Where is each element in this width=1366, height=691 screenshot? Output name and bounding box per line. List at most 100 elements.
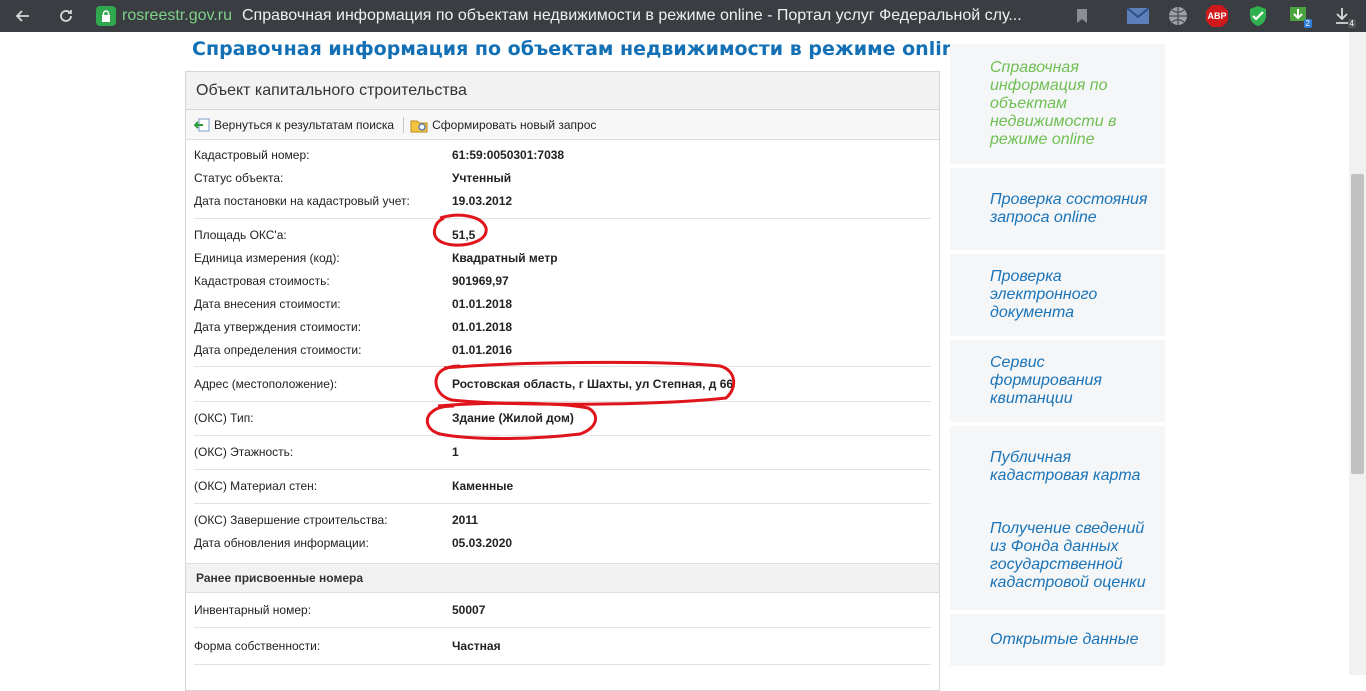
row-value: 2011: [452, 513, 479, 527]
bookmark-icon[interactable]: [1070, 4, 1094, 28]
adblock-label: ABP: [1207, 11, 1227, 21]
panel-header: Объект капитального строительства: [186, 72, 939, 110]
sidebar-item-reference-info[interactable]: Справочная информация по объектам недвиж…: [950, 44, 1165, 164]
sidebar-item-request-status[interactable]: Проверка состояния запроса online: [950, 168, 1165, 250]
info-row-floors: (ОКС) Этажность: 1: [194, 444, 459, 460]
row-label: Форма собственности:: [194, 639, 321, 653]
info-row-registration-date: Дата постановки на кадастровый учет: 19.0…: [194, 193, 512, 209]
row-value: 05.03.2020: [452, 536, 513, 550]
info-row-value-entry-date: Дата внесения стоимости: 01.01.2018: [194, 296, 512, 312]
row-divider: [194, 401, 931, 402]
row-divider: [194, 366, 931, 367]
row-value: 901969,97: [452, 274, 509, 288]
back-to-results-button[interactable]: Вернуться к результатам поиска: [194, 117, 394, 133]
info-row-status: Статус объекта: Учтенный: [194, 170, 511, 186]
row-value: 01.01.2016: [452, 343, 513, 357]
browser-toolbar: rosreestr.gov.ru Справочная информация п…: [0, 0, 1366, 32]
row-value: Частная: [452, 639, 501, 653]
extension-badge: 2: [1303, 19, 1312, 28]
row-value: 51,5: [452, 228, 476, 242]
sidebar-item-label: Проверка состояния запроса online: [990, 191, 1148, 226]
new-query-icon: [410, 120, 428, 132]
mail-icon[interactable]: [1126, 4, 1150, 28]
row-label: Дата внесения стоимости:: [194, 297, 341, 311]
row-label: Единица измерения (код):: [194, 251, 340, 265]
adblock-icon[interactable]: ABP: [1205, 4, 1229, 28]
download-extension-icon[interactable]: 2: [1287, 4, 1312, 28]
row-label: Кадастровая стоимость:: [194, 274, 330, 288]
row-divider: [194, 503, 931, 504]
row-label: Инвентарный номер:: [194, 603, 312, 617]
shield-check-icon[interactable]: [1246, 4, 1270, 28]
row-label: Кадастровый номер:: [194, 148, 310, 162]
sidebar-item-valuation-fund[interactable]: Получение сведений из Фонда данных госуд…: [950, 502, 1165, 610]
row-value: Каменные: [452, 479, 514, 493]
row-label: (ОКС) Завершение строительства:: [194, 513, 388, 527]
row-divider: [194, 469, 931, 470]
new-query-label: Сформировать новый запрос: [432, 117, 597, 132]
row-divider: [194, 664, 931, 665]
back-arrow-icon[interactable]: [0, 0, 44, 32]
row-divider: [194, 218, 931, 219]
sidebar-item-open-data[interactable]: Открытые данные: [950, 614, 1165, 666]
row-value: 1: [452, 445, 459, 459]
row-value: 61:59:0050301:7038: [452, 148, 565, 162]
object-details-panel: Объект капитального строительства Вернут…: [185, 71, 940, 691]
page-scrollbar[interactable]: [1349, 32, 1366, 675]
new-query-button[interactable]: Сформировать новый запрос: [410, 117, 596, 133]
row-value: Квадратный метр: [452, 251, 558, 265]
row-label: (ОКС) Материал стен:: [194, 479, 318, 493]
row-divider: [194, 627, 931, 628]
info-row-cadastral-number: Кадастровый номер: 61:59:0050301:7038: [194, 147, 564, 163]
row-label: Дата постановки на кадастровый учет:: [194, 194, 410, 208]
info-row-value-determination-date: Дата определения стоимости: 01.01.2016: [194, 342, 512, 358]
lock-icon: [96, 6, 116, 26]
info-row-value-approval-date: Дата утверждения стоимости: 01.01.2018: [194, 319, 512, 335]
row-label: Статус объекта:: [194, 171, 284, 185]
row-label: Дата определения стоимости:: [194, 343, 362, 357]
info-row-wall-material: (ОКС) Материал стен: Каменные: [194, 478, 513, 494]
back-to-results-icon: [194, 118, 210, 131]
downloads-badge: 4: [1347, 19, 1356, 28]
scrollbar-thumb[interactable]: [1351, 174, 1364, 474]
info-row-update-date: Дата обновления информации: 05.03.2020: [194, 535, 512, 551]
row-label: (ОКС) Тип:: [194, 411, 254, 425]
row-divider: [194, 435, 931, 436]
info-row-construction-completion: (ОКС) Завершение строительства: 2011: [194, 512, 478, 528]
row-label: Дата обновления информации:: [194, 536, 369, 550]
row-label: Площадь ОКС'а:: [194, 228, 287, 242]
sidebar-item-receipt-service[interactable]: Сервис формирования квитанции: [950, 340, 1165, 422]
info-row-unit: Единица измерения (код): Квадратный метр: [194, 250, 558, 266]
back-to-results-label: Вернуться к результатам поиска: [214, 117, 395, 132]
row-value: 01.01.2018: [452, 297, 513, 311]
row-value: Здание (Жилой дом): [452, 411, 574, 425]
info-row-ownership-form: Форма собственности: Частная: [194, 638, 501, 654]
row-value: Учтенный: [452, 171, 512, 185]
info-row-address: Адрес (местоположение): Ростовская област…: [194, 376, 733, 392]
row-label: (ОКС) Этажность:: [194, 445, 294, 459]
toolbar-divider: [403, 116, 405, 133]
address-bar-host[interactable]: rosreestr.gov.ru: [122, 7, 232, 25]
row-label: Дата утверждения стоимости:: [194, 320, 362, 334]
row-label: Адрес (местоположение):: [194, 377, 338, 391]
panel-toolbar: Вернуться к результатам поиска Сформиров…: [186, 110, 939, 140]
page-title: Справочная информация по объектам недвиж…: [192, 38, 969, 60]
section-previous-numbers: Ранее присвоенные номера: [186, 563, 939, 593]
sidebar-item-label: Справочная информация по объектам недвиж…: [990, 59, 1117, 148]
sidebar-item-label: Открытые данные: [990, 631, 1139, 648]
sidebar-item-label: Публичная кадастровая карта: [990, 449, 1141, 484]
sidebar-item-label: Сервис формирования квитанции: [990, 354, 1102, 407]
reload-icon[interactable]: [44, 0, 88, 32]
globe-icon[interactable]: [1166, 4, 1190, 28]
row-value: 50007: [452, 603, 486, 617]
row-value: 19.03.2012: [452, 194, 513, 208]
info-row-inventory-number: Инвентарный номер: 50007: [194, 602, 485, 618]
row-value: 01.01.2018: [452, 320, 513, 334]
row-value: Ростовская область, г Шахты, ул Степная,…: [452, 377, 734, 391]
sidebar-item-label: Проверка электронного документа: [990, 268, 1098, 321]
sidebar-item-document-check[interactable]: Проверка электронного документа: [950, 254, 1165, 336]
downloads-icon[interactable]: 4: [1330, 4, 1356, 28]
sidebar-item-label: Получение сведений из Фонда данных госуд…: [990, 520, 1146, 591]
sidebar-item-cadastral-map[interactable]: Публичная кадастровая карта: [950, 426, 1165, 508]
page-tab-title: Справочная информация по объектам недвиж…: [241, 7, 1022, 24]
